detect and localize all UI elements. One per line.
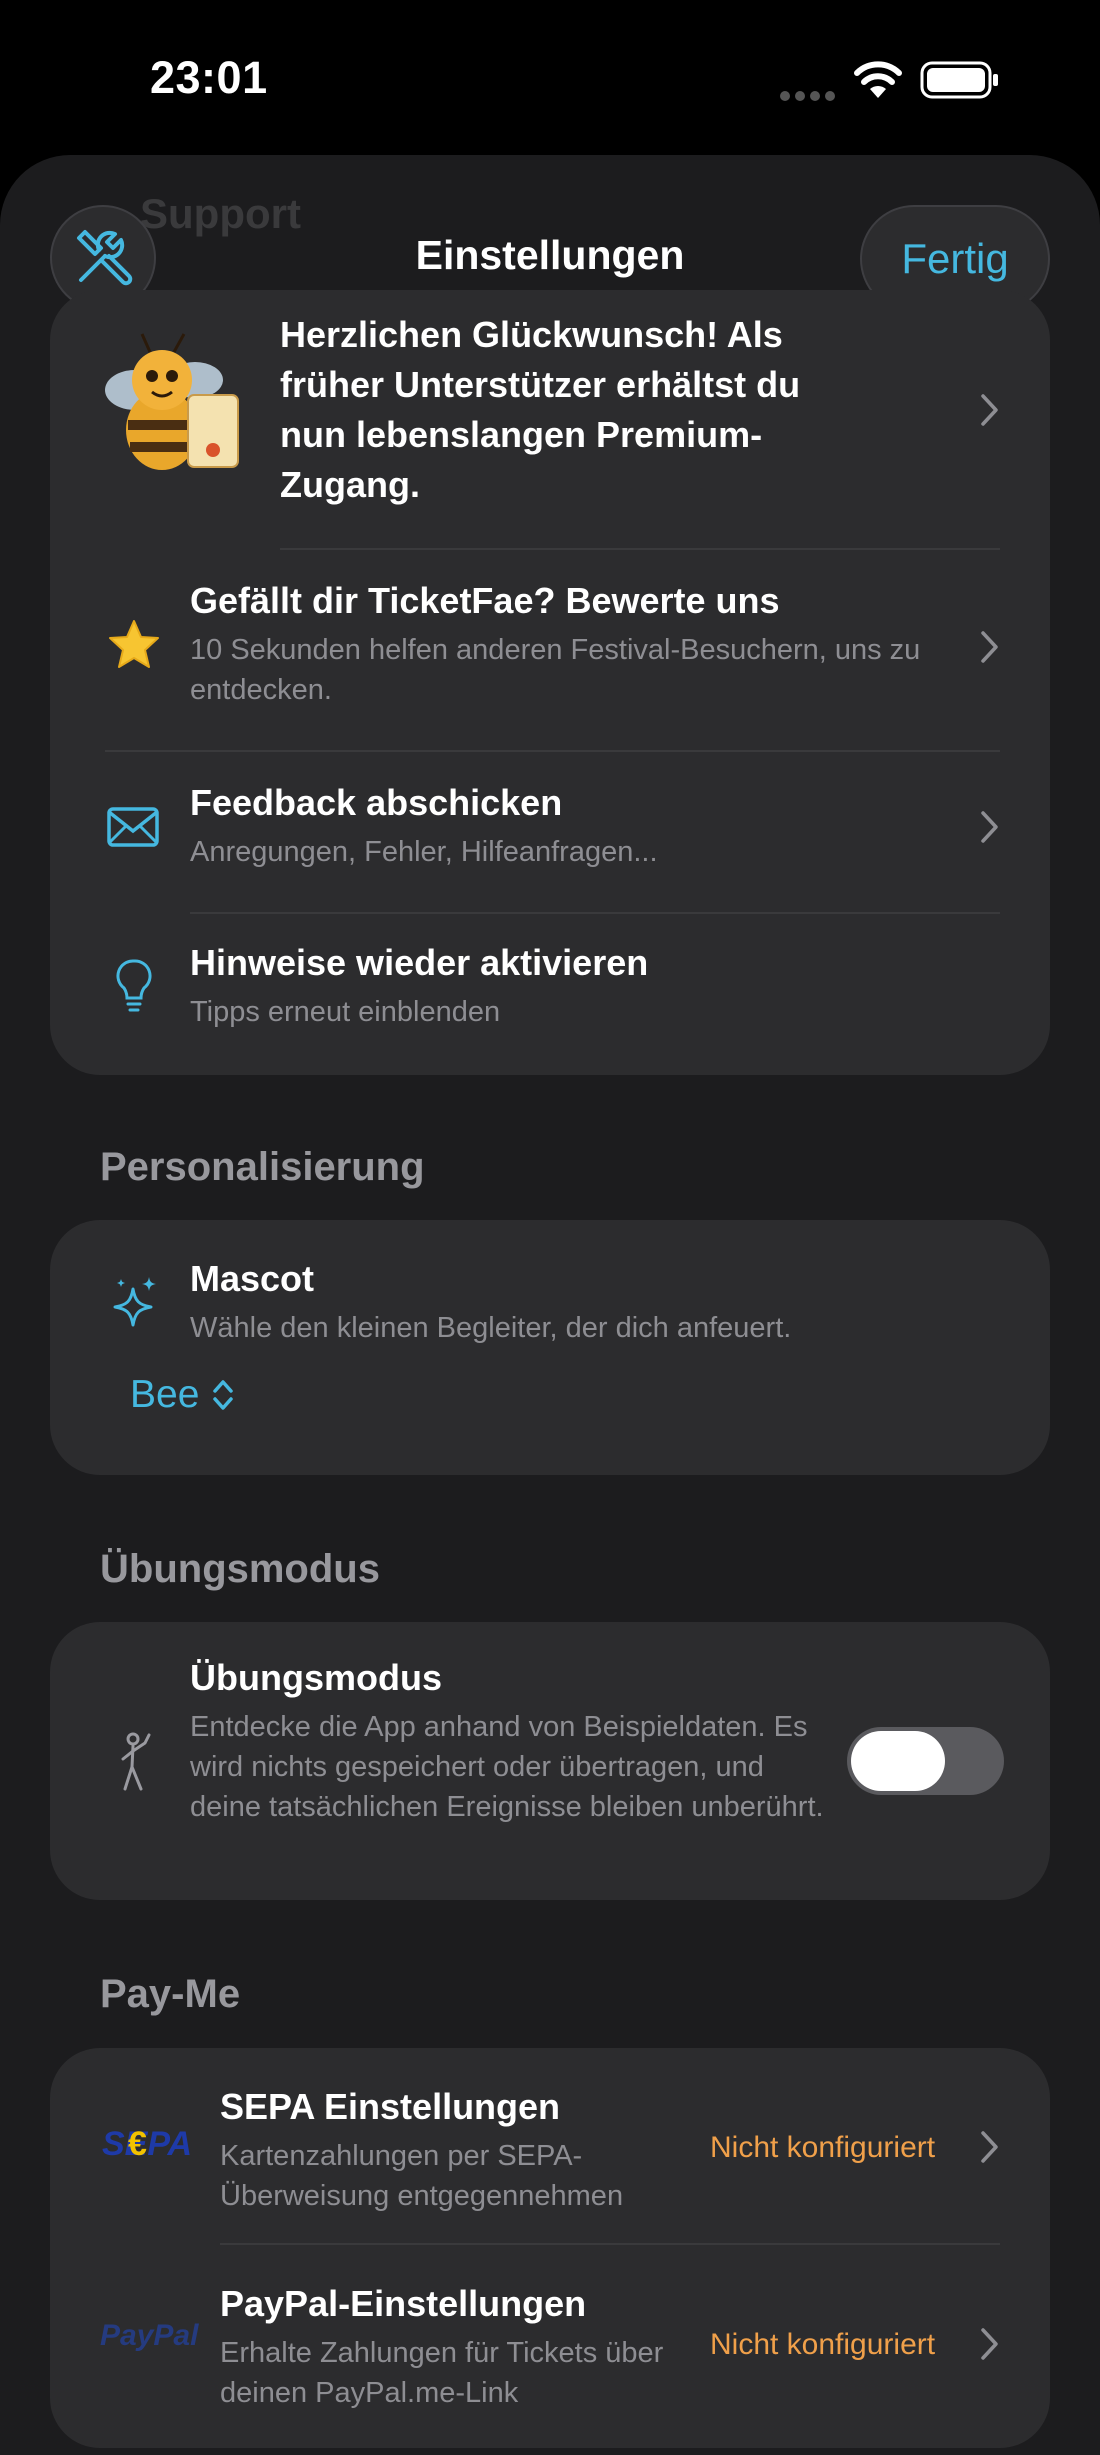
premium-row[interactable]: Herzlichen Glückwunsch! Als früher Unter… [50, 290, 1050, 550]
chevron-right-icon [981, 2328, 998, 2360]
paypal-logo-text: PayPal [100, 2319, 199, 2352]
section-header-support: Support [140, 190, 301, 237]
sepa-status: Nicht konfiguriert [710, 2131, 936, 2164]
feedback-subtitle: Anregungen, Fehler, Hilfeanfragen... [190, 836, 658, 868]
star-icon [104, 615, 164, 675]
bee-mascot-icon [100, 320, 250, 480]
sepa-settings-row[interactable]: SEPA € SEPA Einstellungen Kartenzahlunge… [50, 2048, 1050, 2243]
signal-icon [780, 88, 840, 106]
personalization-card: Mascot Wähle den kleinen Begleiter, der … [50, 1220, 1050, 1475]
sepa-subtitle: Kartenzahlungen per SEPA-Überweisung ent… [220, 2140, 624, 2212]
status-time: 23:01 [150, 52, 268, 103]
feedback-title: Feedback abschicken [190, 782, 563, 823]
practice-title: Übungsmodus [190, 1657, 442, 1698]
rate-app-row[interactable]: Gefällt dir TicketFae? Bewerte uns 10 Se… [50, 550, 1050, 750]
wifi-icon [854, 61, 902, 98]
sepa-logo-text: SEPA [102, 2125, 192, 2163]
support-card: Herzlichen Glückwunsch! Als früher Unter… [50, 290, 1050, 1075]
mascot-title: Mascot [190, 1258, 315, 1299]
sepa-logo: SEPA € [100, 2118, 200, 2168]
practice-subtitle: Entdecke die App anhand von Beispieldate… [190, 1711, 824, 1823]
sepa-title: SEPA Einstellungen [220, 2086, 561, 2127]
premium-text: Herzlichen Glückwunsch! Als früher Unter… [280, 314, 801, 505]
envelope-icon [105, 802, 161, 852]
chevron-right-icon [981, 394, 998, 426]
toggle-knob [851, 1731, 945, 1791]
rate-app-subtitle: 10 Sekunden helfen anderen Festival-Besu… [190, 634, 921, 706]
section-header-personalization: Personalisierung [100, 1145, 425, 1189]
mascot-picker-value: Bee [130, 1373, 200, 1416]
paypal-subtitle: Erhalte Zahlungen für Tickets über deine… [220, 2337, 664, 2409]
practice-card: Übungsmodus Entdecke die App anhand von … [50, 1622, 1050, 1900]
paypal-settings-row[interactable]: PayPal PayPal-Einstellungen Erhalte Zahl… [50, 2245, 1050, 2445]
payme-card: SEPA € SEPA Einstellungen Kartenzahlunge… [50, 2048, 1050, 2448]
chevron-right-icon [981, 2131, 998, 2163]
chevron-right-icon [981, 811, 998, 843]
practice-toggle[interactable] [847, 1727, 1004, 1795]
hints-subtitle: Tipps erneut einblenden [190, 996, 501, 1028]
status-bar: 23:01 [0, 0, 1100, 150]
sparkles-icon [110, 1275, 160, 1331]
section-header-practice: Übungsmodus [100, 1547, 380, 1591]
paypal-logo: PayPal [98, 2313, 202, 2357]
rate-app-title: Gefällt dir TicketFae? Bewerte uns [190, 580, 780, 621]
feedback-row[interactable]: Feedback abschicken Anregungen, Fehler, … [50, 752, 1050, 912]
mascot-picker[interactable]: Bee [130, 1370, 235, 1420]
chevron-right-icon [981, 631, 998, 663]
battery-icon [920, 61, 998, 99]
chevron-up-down-icon [213, 1380, 234, 1410]
mascot-subtitle: Wähle den kleinen Begleiter, der dich an… [190, 1312, 792, 1344]
hints-title: Hinweise wieder aktivieren [190, 942, 649, 983]
reenable-hints-row[interactable]: Hinweise wieder aktivieren Tipps erneut … [50, 914, 1050, 1074]
svg-text:€: € [128, 2125, 147, 2163]
paypal-status: Nicht konfiguriert [710, 2328, 936, 2361]
section-header-payme: Pay-Me [100, 1972, 241, 2016]
lightbulb-icon [112, 954, 156, 1020]
paypal-title: PayPal-Einstellungen [220, 2283, 587, 2324]
person-practice-icon [115, 1730, 155, 1794]
